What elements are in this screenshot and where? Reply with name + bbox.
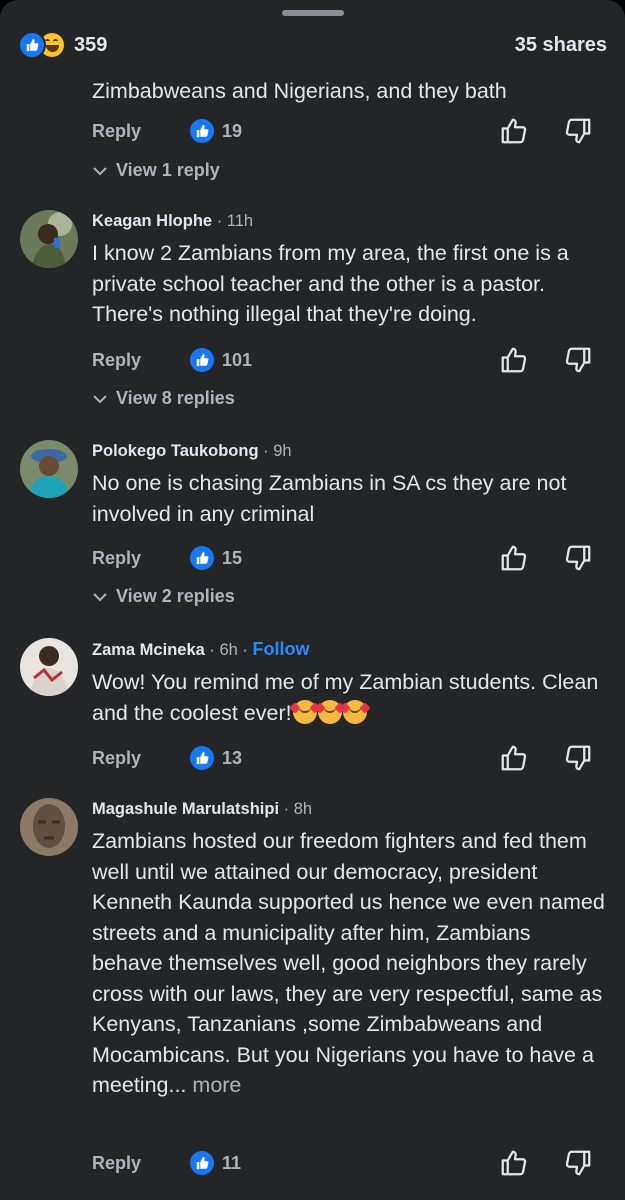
like-count: 11 [222, 1152, 242, 1173]
comment-actions: Reply 13 [92, 743, 605, 773]
like-count: 19 [222, 120, 243, 141]
avatar[interactable] [20, 210, 78, 268]
upvote-icon[interactable] [499, 1148, 529, 1178]
shares-count[interactable]: 35 shares [515, 34, 607, 57]
like-icon [190, 119, 214, 143]
comment-header: Magashule Marulatshipi · 8h [92, 798, 605, 820]
author-name[interactable]: Keagan Hlophe [92, 212, 212, 230]
follow-button[interactable]: Follow [253, 639, 310, 659]
comment-text: I know 2 Zambians from my area, the firs… [92, 241, 569, 326]
like-icon [18, 31, 46, 59]
reply-button[interactable]: Reply [92, 748, 190, 769]
chevron-down-icon [93, 394, 107, 403]
comment-actions: Reply 19 [92, 116, 605, 146]
comment-text: Wow! You remind me of my Zambian student… [92, 667, 605, 728]
comment-time: · 6h · [209, 641, 248, 659]
view-replies-link[interactable]: View 8 replies [92, 388, 235, 409]
downvote-icon[interactable] [563, 116, 593, 146]
like-count: 101 [222, 349, 253, 370]
comment-text-fragment: Zimbabweans and Nigerians, and they bath [92, 79, 507, 103]
avatar[interactable] [20, 798, 78, 856]
smiling-face-with-hearts-icon [313, 699, 346, 724]
author-name[interactable]: Zama Mcineka [92, 641, 205, 659]
smiling-face-with-hearts-icon [338, 699, 371, 724]
smiling-face-with-hearts-icon [288, 699, 321, 724]
like-count: 15 [222, 547, 243, 568]
comment-text: No one is chasing Zambians in SA cs they… [92, 471, 567, 526]
reply-button[interactable]: Reply [92, 548, 190, 569]
like-icon [190, 1151, 214, 1175]
reactions-header: 359 35 shares [18, 28, 607, 62]
upvote-icon[interactable] [499, 743, 529, 773]
reaction-count: 359 [74, 33, 108, 56]
avatar[interactable] [20, 440, 78, 498]
view-replies-label: View 2 replies [116, 586, 235, 606]
comment-time: · 8h [283, 800, 313, 818]
like-icon [190, 746, 214, 770]
like-icon [190, 348, 214, 372]
author-name[interactable]: Magashule Marulatshipi [92, 800, 279, 818]
reply-button[interactable]: Reply [92, 350, 190, 371]
downvote-icon[interactable] [563, 543, 593, 573]
downvote-icon[interactable] [563, 1148, 593, 1178]
drag-handle[interactable] [282, 10, 344, 16]
comment-actions: Reply 101 [92, 345, 605, 375]
author-name[interactable]: Polokego Taukobong [92, 442, 259, 460]
chevron-down-icon [93, 592, 107, 601]
comment-header: Zama Mcineka · 6h · Follow [92, 638, 605, 661]
see-more-link[interactable]: more [192, 1073, 241, 1097]
comment-header: Keagan Hlophe · 11h [92, 210, 605, 232]
comment-time: · 9h [263, 442, 292, 460]
upvote-icon[interactable] [499, 345, 529, 375]
comment-actions: Reply 11 [92, 1148, 605, 1178]
comment-text: Zambians hosted our freedom fighters and… [92, 826, 605, 1101]
reply-button[interactable]: Reply [92, 1153, 190, 1174]
reactions-summary[interactable]: 359 [18, 31, 107, 59]
comment-actions: Reply 15 [92, 543, 605, 573]
avatar[interactable] [20, 638, 78, 696]
downvote-icon[interactable] [563, 743, 593, 773]
like-icon [190, 546, 214, 570]
like-count: 13 [222, 747, 243, 768]
upvote-icon[interactable] [499, 543, 529, 573]
view-replies-link[interactable]: View 2 replies [92, 586, 235, 607]
comments-sheet: 359 35 shares Zimbabweans and Nigerians,… [0, 0, 625, 1200]
view-replies-label: View 8 replies [116, 388, 235, 408]
view-replies-label: View 1 reply [116, 160, 220, 180]
chevron-down-icon [93, 166, 107, 175]
view-replies-link[interactable]: View 1 reply [92, 160, 220, 181]
comment-time: · 11h [216, 212, 254, 230]
comment-text-body: Zambians hosted our freedom fighters and… [92, 829, 605, 1097]
reply-button[interactable]: Reply [92, 121, 190, 142]
comment-header: Polokego Taukobong · 9h [92, 440, 605, 462]
upvote-icon[interactable] [499, 116, 529, 146]
downvote-icon[interactable] [563, 345, 593, 375]
